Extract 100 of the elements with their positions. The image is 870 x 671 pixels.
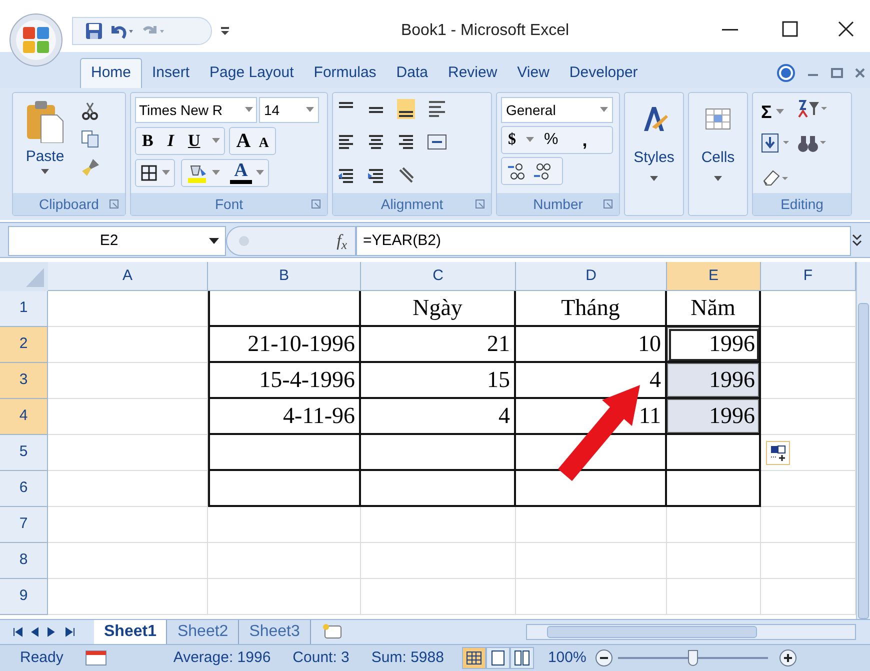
row-header[interactable]: 6 xyxy=(0,471,48,507)
dropdown-arrow-icon[interactable] xyxy=(245,107,253,113)
table-cell[interactable] xyxy=(667,435,761,471)
table-cell[interactable]: Ngày xyxy=(361,291,516,327)
column-header[interactable]: F xyxy=(761,262,856,291)
slider-thumb[interactable] xyxy=(688,650,698,666)
page-layout-view-button[interactable] xyxy=(486,647,510,669)
dialog-launcher-icon[interactable] xyxy=(603,199,613,209)
bold-button[interactable]: B xyxy=(140,128,156,154)
sort-filter-icon[interactable] xyxy=(797,99,827,119)
wrap-text-icon[interactable] xyxy=(427,99,447,119)
table-cell[interactable]: 10 xyxy=(516,327,667,363)
zoom-slider[interactable] xyxy=(618,649,768,667)
table-cell[interactable] xyxy=(361,435,516,471)
column-header[interactable]: E xyxy=(667,262,761,291)
italic-button[interactable]: I xyxy=(165,128,176,154)
dialog-launcher-icon[interactable] xyxy=(109,199,119,209)
number-format-field[interactable]: General xyxy=(501,97,613,123)
page-break-view-button[interactable] xyxy=(510,647,534,669)
row-header[interactable]: 2 xyxy=(0,327,48,363)
dialog-launcher-icon[interactable] xyxy=(475,199,485,209)
maximize-icon[interactable] xyxy=(780,19,800,39)
dialog-launcher-icon[interactable] xyxy=(311,199,321,209)
table-cell[interactable]: 1996 xyxy=(667,363,761,399)
close-icon[interactable] xyxy=(836,19,856,39)
name-box[interactable]: E2 xyxy=(8,226,226,256)
increase-decimal-icon[interactable] xyxy=(506,161,526,181)
normal-view-button[interactable] xyxy=(462,647,486,669)
percent-button[interactable]: % xyxy=(544,128,558,152)
row-header[interactable]: 9 xyxy=(0,579,48,615)
brush-icon[interactable] xyxy=(81,157,101,177)
table-cell[interactable]: 1996 xyxy=(667,327,761,363)
insert-function-button[interactable]: f$_{x}$ xyxy=(336,228,347,254)
ribbon-tab[interactable]: Home xyxy=(80,58,142,88)
column-header[interactable]: A xyxy=(48,262,208,291)
sheet-tab[interactable]: Sheet3 xyxy=(239,620,311,644)
ribbon-tab[interactable]: Formulas xyxy=(304,58,386,88)
ribbon-tab[interactable]: Review xyxy=(438,58,508,88)
dropdown-arrow-icon[interactable] xyxy=(256,170,264,176)
merge-cells-icon[interactable] xyxy=(427,132,447,152)
table-cell[interactable]: 21 xyxy=(361,327,516,363)
table-cell[interactable]: 15-4-1996 xyxy=(208,363,361,399)
copy-icon[interactable] xyxy=(81,129,99,149)
row-header[interactable]: 4 xyxy=(0,399,48,435)
save-icon[interactable] xyxy=(85,22,103,40)
table-cell[interactable]: 4-11-96 xyxy=(208,399,361,435)
ribbon-tab[interactable]: View xyxy=(507,58,560,88)
table-cell[interactable]: 1996 xyxy=(667,399,761,435)
autosum-button[interactable]: Σ xyxy=(761,102,772,122)
row-header[interactable]: 7 xyxy=(0,507,48,543)
dropdown-arrow-icon[interactable] xyxy=(600,107,608,113)
table-cell[interactable] xyxy=(208,471,361,507)
dropdown-arrow-icon[interactable] xyxy=(306,107,314,113)
row-header[interactable]: 5 xyxy=(0,435,48,471)
column-header[interactable]: C xyxy=(361,262,516,291)
shrink-font-button[interactable]: A xyxy=(258,136,269,152)
font-size-field[interactable]: 14 xyxy=(259,97,319,123)
styles-button[interactable]: Styles xyxy=(629,95,679,215)
sheet-tab[interactable]: Sheet2 xyxy=(167,620,240,644)
horizontal-scrollbar[interactable] xyxy=(526,624,856,640)
table-cell[interactable] xyxy=(208,291,361,327)
autofill-options-icon[interactable] xyxy=(766,441,790,465)
font-name-field[interactable]: Times New R xyxy=(135,97,257,123)
underline-button[interactable]: U xyxy=(186,128,202,154)
restore-icon[interactable] xyxy=(830,66,844,80)
table-cell[interactable]: Năm xyxy=(667,291,761,327)
bottom-align-icon[interactable] xyxy=(397,99,417,119)
dropdown-arrow-icon[interactable] xyxy=(526,137,534,143)
paste-button[interactable]: Paste xyxy=(26,149,64,165)
ribbon-tab[interactable]: Page Layout xyxy=(200,58,304,88)
table-cell[interactable]: 21-10-1996 xyxy=(208,327,361,363)
cells-button[interactable]: Cells xyxy=(693,95,743,215)
table-cell[interactable]: 4 xyxy=(516,363,667,399)
ribbon-tab[interactable]: Insert xyxy=(142,58,200,88)
zoom-out-icon[interactable] xyxy=(594,648,614,668)
zoom-in-icon[interactable] xyxy=(778,648,798,668)
table-cell[interactable] xyxy=(516,471,667,507)
fill-down-icon[interactable] xyxy=(761,133,791,153)
ribbon-tab[interactable]: Data xyxy=(386,58,438,88)
table-cell[interactable]: 4 xyxy=(361,399,516,435)
borders-icon[interactable] xyxy=(140,164,158,182)
dropdown-arrow-icon[interactable] xyxy=(212,138,220,144)
vertical-scrollbar[interactable] xyxy=(856,262,870,619)
help-icon[interactable] xyxy=(776,63,796,83)
row-header[interactable]: 8 xyxy=(0,543,48,579)
table-cell[interactable] xyxy=(361,471,516,507)
dropdown-arrow-icon[interactable] xyxy=(41,169,49,175)
row-header[interactable]: 3 xyxy=(0,363,48,399)
dropdown-arrow-icon[interactable] xyxy=(162,170,170,176)
column-header[interactable]: B xyxy=(208,262,361,291)
decrease-decimal-icon[interactable] xyxy=(532,161,552,181)
binoculars-icon[interactable] xyxy=(797,133,827,153)
dropdown-arrow-icon[interactable] xyxy=(776,109,784,115)
column-header[interactable]: D xyxy=(516,262,667,291)
scissors-icon[interactable] xyxy=(81,101,99,121)
macro-record-icon[interactable] xyxy=(85,649,108,667)
formula-field[interactable]: =YEAR(B2) xyxy=(356,226,851,256)
table-cell[interactable] xyxy=(667,471,761,507)
table-cell[interactable]: 15 xyxy=(361,363,516,399)
currency-button[interactable]: $ xyxy=(508,128,516,152)
